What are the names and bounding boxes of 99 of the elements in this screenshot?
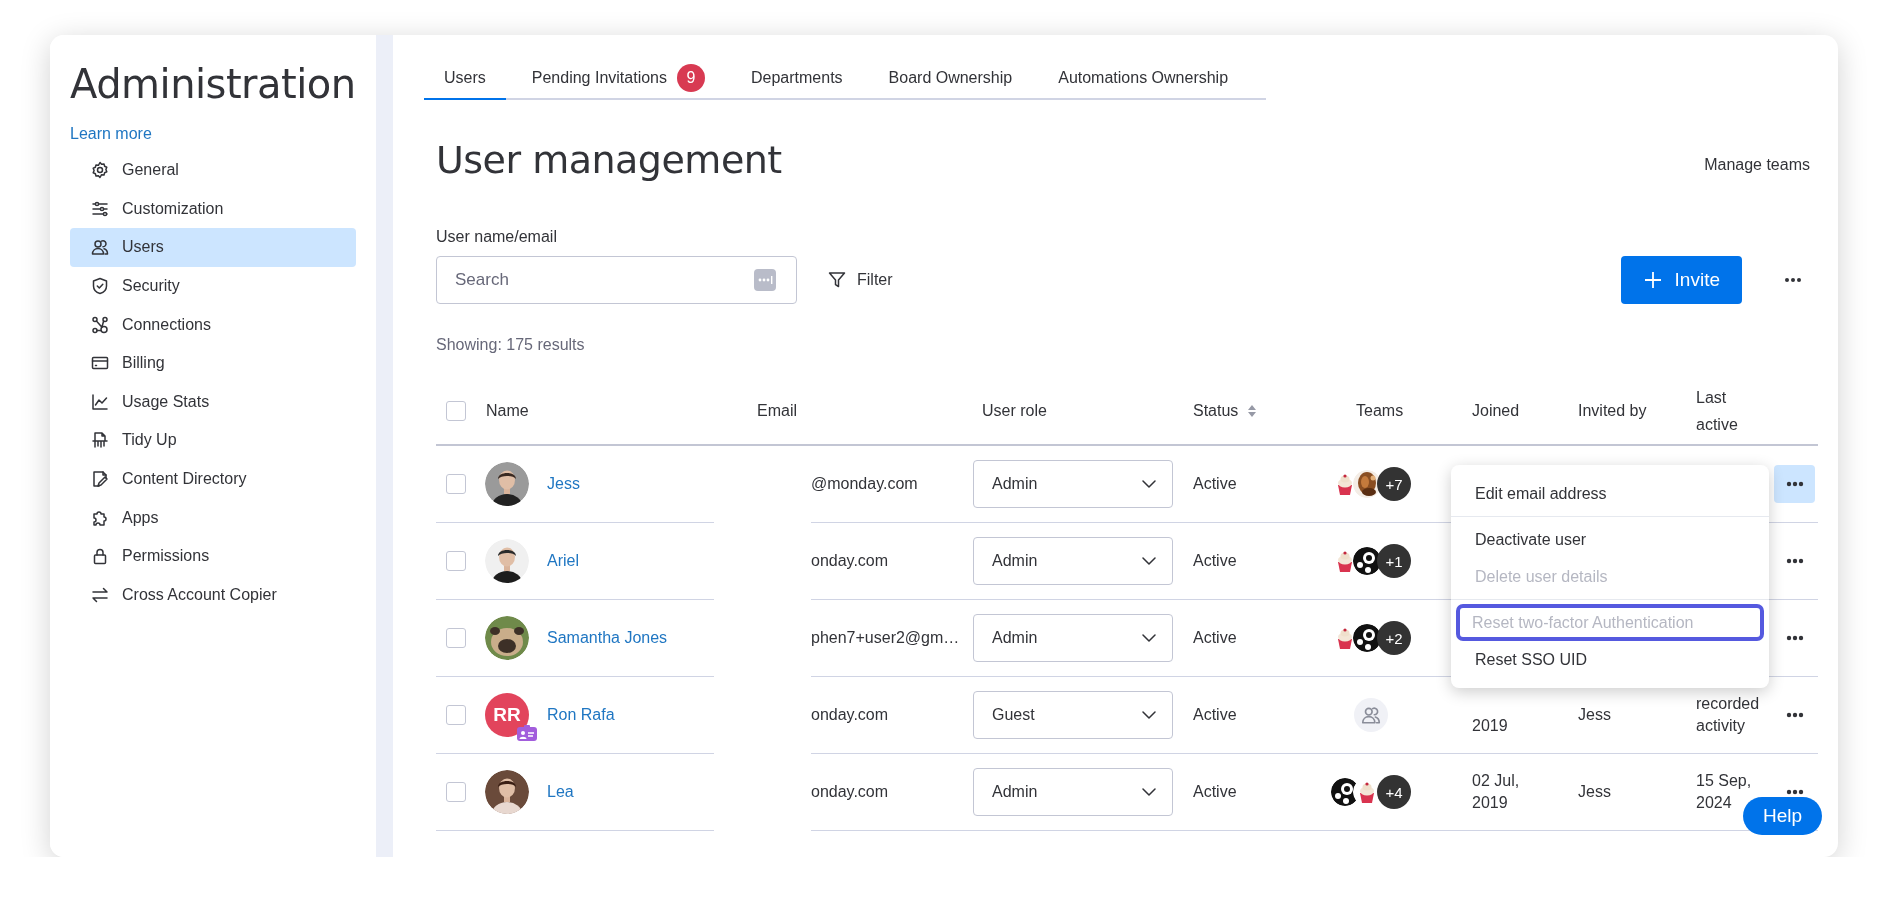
team-icon bbox=[1354, 698, 1388, 732]
role-dropdown[interactable]: Admin bbox=[973, 537, 1173, 585]
email-text: @monday.com bbox=[811, 475, 918, 493]
sidebar-item[interactable]: Users bbox=[70, 228, 357, 267]
more-teams-count: +4 bbox=[1377, 775, 1411, 809]
status-text: Active bbox=[1193, 629, 1237, 647]
password-dots-icon bbox=[754, 269, 776, 291]
checkbox[interactable] bbox=[446, 782, 466, 802]
sidebar-item[interactable]: General bbox=[70, 151, 357, 190]
status-text: Active bbox=[1193, 783, 1237, 801]
more-teams-count: +1 bbox=[1377, 544, 1411, 578]
inviter-name: Jess bbox=[1578, 706, 1611, 724]
column-header: Email bbox=[757, 402, 797, 420]
sidebar-item[interactable]: Usage Stats bbox=[70, 382, 357, 422]
email-text: onday.com bbox=[811, 706, 889, 724]
more-icon bbox=[1785, 635, 1804, 641]
column-header: Last active bbox=[1696, 387, 1739, 435]
email-text: onday.com bbox=[811, 783, 889, 801]
role-dropdown[interactable]: Admin bbox=[973, 768, 1173, 816]
sidebar-item[interactable]: Apps bbox=[70, 498, 357, 537]
sidebar-item[interactable]: Security bbox=[70, 266, 357, 306]
plus-icon bbox=[1642, 270, 1663, 290]
tab[interactable]: Departments bbox=[731, 57, 863, 100]
checkbox[interactable] bbox=[446, 705, 466, 725]
sidebar-item[interactable]: Cross Account Copier bbox=[70, 575, 357, 615]
menu-item[interactable]: Edit email address bbox=[1456, 475, 1764, 512]
role-dropdown[interactable]: Admin bbox=[973, 614, 1173, 662]
more-teams-count: +7 bbox=[1377, 467, 1411, 501]
more-icon bbox=[1785, 481, 1804, 487]
column-header: User role bbox=[982, 402, 1047, 420]
chevron-down-icon bbox=[1142, 634, 1156, 642]
role-dropdown[interactable]: Admin bbox=[973, 460, 1173, 508]
invite-button[interactable]: Invite bbox=[1620, 256, 1742, 304]
filter-button[interactable]: Filter bbox=[827, 270, 893, 290]
sidebar-item[interactable]: Permissions bbox=[70, 536, 357, 576]
shredder-icon bbox=[90, 430, 110, 451]
column-header: Invited by bbox=[1578, 402, 1647, 420]
field-label: User name/email bbox=[436, 228, 558, 246]
people-icon bbox=[90, 237, 110, 258]
column-header: Status bbox=[1193, 402, 1239, 420]
more-icon bbox=[1784, 277, 1802, 283]
more-icon bbox=[1785, 558, 1804, 564]
joined-date: 2019 bbox=[1472, 716, 1508, 737]
column-header: Teams bbox=[1356, 402, 1404, 420]
email-text: onday.com bbox=[811, 552, 889, 570]
inviter-name: Jess bbox=[1578, 783, 1611, 801]
menu-item[interactable]: Reset SSO UID bbox=[1456, 641, 1764, 678]
user-name-link[interactable]: Samantha Jones bbox=[547, 629, 668, 647]
tab[interactable]: Automations Ownership bbox=[1038, 57, 1249, 100]
shield-icon bbox=[90, 276, 110, 297]
learn-more-link[interactable]: Learn more bbox=[70, 125, 152, 143]
checkbox[interactable] bbox=[446, 401, 466, 421]
sidebar-item[interactable]: Billing bbox=[70, 343, 357, 383]
email-text: phen7+user2@gm… bbox=[811, 629, 960, 647]
sidebar-item[interactable]: Content Directory bbox=[70, 459, 357, 499]
connections-icon bbox=[90, 314, 110, 335]
guest-badge-icon bbox=[517, 725, 537, 741]
tab[interactable]: Pending Invitations 9 bbox=[511, 57, 725, 100]
checkbox[interactable] bbox=[446, 628, 466, 648]
search-field[interactable]: Search bbox=[436, 256, 797, 304]
chevron-down-icon bbox=[1142, 557, 1156, 565]
sidebar-title: Administration bbox=[70, 61, 357, 107]
checkbox[interactable] bbox=[446, 551, 466, 571]
more-icon bbox=[1785, 712, 1804, 718]
more-teams-count: +2 bbox=[1377, 621, 1411, 655]
column-header: Name bbox=[486, 402, 529, 420]
chevron-down-icon bbox=[1142, 711, 1156, 719]
status-text: Active bbox=[1193, 706, 1237, 724]
last-active-text: recorded activity bbox=[1696, 694, 1761, 736]
checkbox[interactable] bbox=[446, 474, 466, 494]
more-icon bbox=[1785, 789, 1804, 795]
page-title: User management bbox=[436, 138, 782, 182]
status-text: Active bbox=[1193, 552, 1237, 570]
count-badge: 9 bbox=[677, 63, 705, 92]
menu-item[interactable]: Deactivate user bbox=[1456, 521, 1764, 558]
gear-icon bbox=[90, 160, 110, 181]
joined-date: 02 Jul, 2019 bbox=[1472, 771, 1521, 813]
tab[interactable]: Users bbox=[424, 57, 506, 100]
sidebar-item[interactable]: Connections bbox=[70, 305, 357, 344]
user-avatar: RR bbox=[485, 693, 529, 737]
user-name-link[interactable]: Lea bbox=[547, 783, 574, 801]
help-button[interactable]: Help bbox=[1742, 797, 1822, 835]
tab[interactable]: Board Ownership bbox=[868, 57, 1033, 100]
chevron-down-icon bbox=[1142, 480, 1156, 488]
column-header: Joined bbox=[1472, 402, 1520, 420]
sidebar-item[interactable]: Tidy Up bbox=[70, 421, 357, 460]
chevron-down-icon bbox=[1142, 788, 1156, 796]
user-name-link[interactable]: Jess bbox=[547, 475, 580, 493]
role-dropdown[interactable]: Guest bbox=[973, 691, 1173, 739]
document-edit-icon bbox=[90, 469, 110, 490]
results-count: Showing: 175 results bbox=[436, 336, 586, 354]
user-name-link[interactable]: Ron Rafa bbox=[547, 706, 615, 724]
user-name-link[interactable]: Ariel bbox=[547, 552, 579, 570]
manage-teams-link[interactable]: Manage teams bbox=[1704, 156, 1810, 174]
row-actions-button[interactable] bbox=[1774, 465, 1815, 503]
sidebar-item[interactable]: Customization bbox=[70, 189, 357, 229]
status-text: Active bbox=[1193, 475, 1237, 493]
chart-icon bbox=[90, 391, 110, 412]
filter-icon bbox=[827, 270, 847, 290]
